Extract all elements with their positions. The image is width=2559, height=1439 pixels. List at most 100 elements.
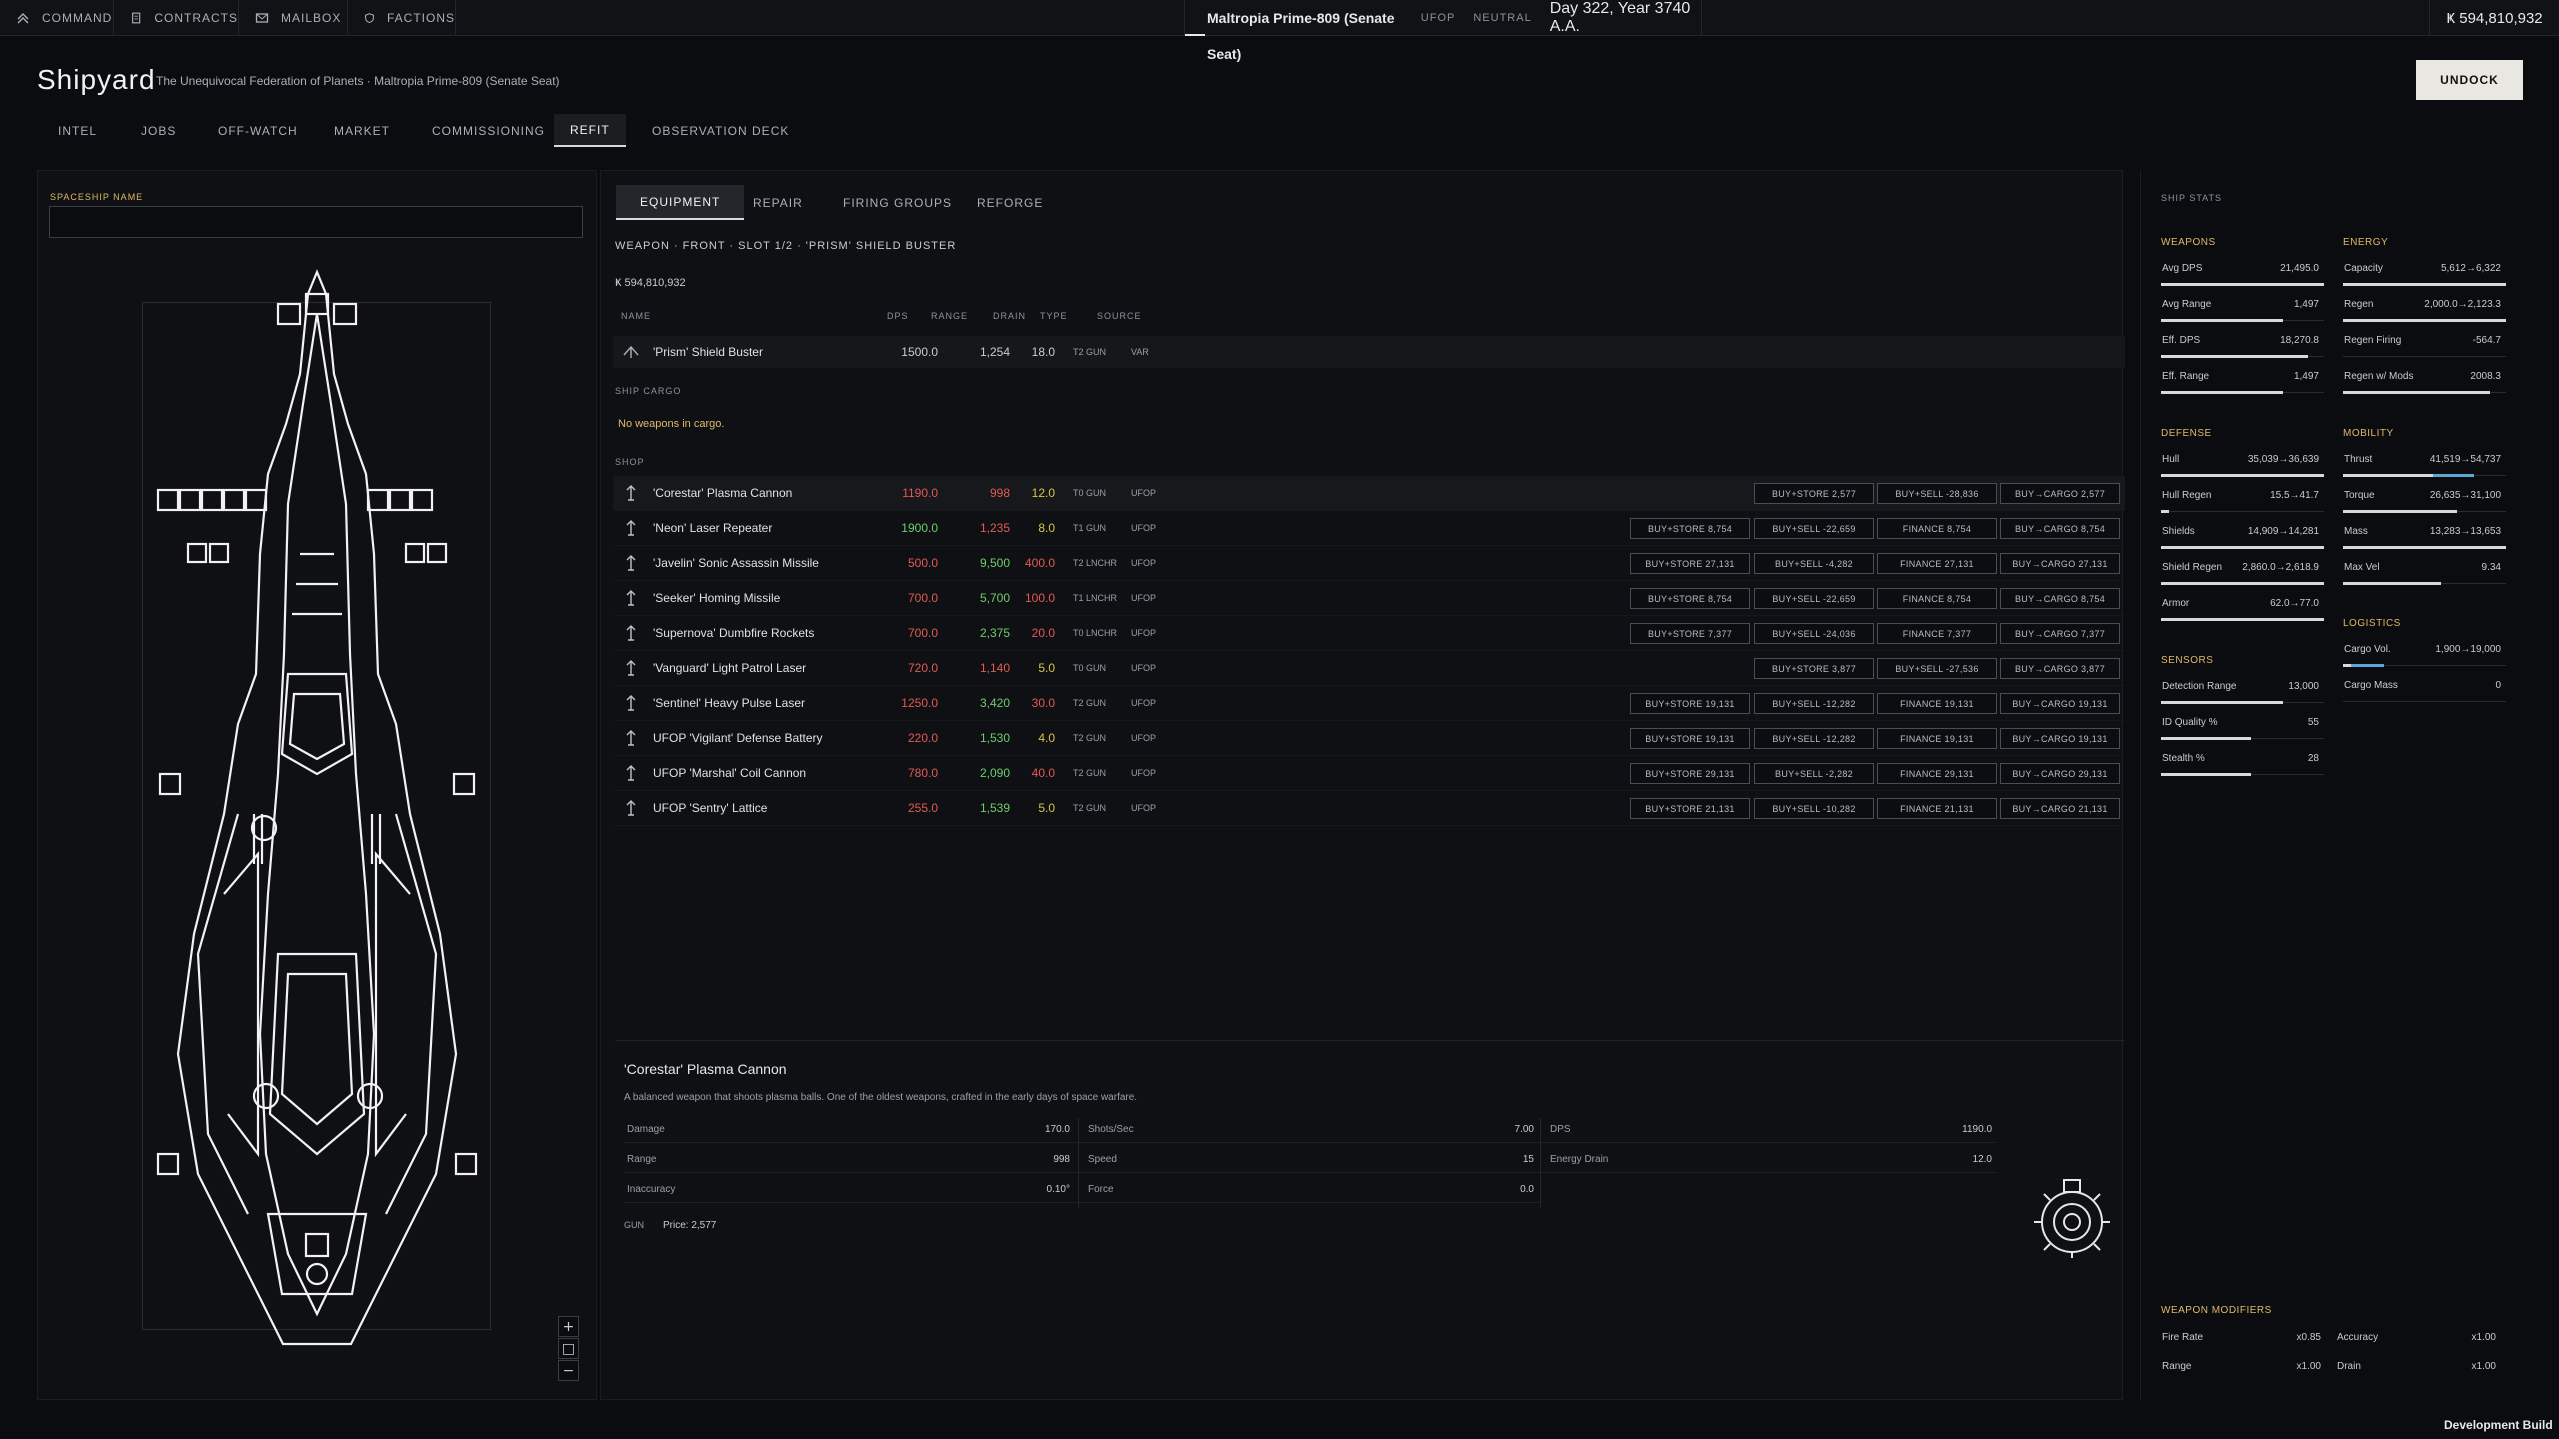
shop-item-dps: 720.0	[907, 661, 938, 675]
tab-refit[interactable]: REFIT	[554, 114, 626, 147]
stat-bar	[2161, 355, 2308, 358]
buy-cargo-button[interactable]: BUY→CARGO 27,131	[2000, 553, 2120, 574]
subtab-equipment[interactable]: EQUIPMENT	[616, 185, 745, 220]
buy-cargo-button[interactable]: BUY→CARGO 3,877	[2000, 658, 2120, 679]
stat-row: Torque 26,635→31,100	[2343, 480, 2506, 513]
buy-store-button[interactable]: BUY+STORE 27,131	[1630, 553, 1750, 574]
stat-row: Shields 14,909→14,281	[2161, 516, 2324, 549]
detail-column-divider	[1078, 1118, 1079, 1208]
tab-observation-deck[interactable]: OBSERVATION DECK	[652, 114, 789, 147]
buy-sell-button[interactable]: BUY+SELL -22,659	[1754, 518, 1874, 539]
buy-sell-button[interactable]: BUY+SELL -12,282	[1754, 728, 1874, 749]
ship-schematic-icon	[156, 269, 478, 1346]
stat-bar	[2343, 546, 2506, 549]
buy-store-button[interactable]: BUY+STORE 3,877	[1754, 658, 1874, 679]
buy-store-button[interactable]: BUY+STORE 8,754	[1630, 518, 1750, 539]
buy-cargo-button[interactable]: BUY→CARGO 19,131	[2000, 693, 2120, 714]
buy-sell-button[interactable]: BUY+SELL -2,282	[1754, 763, 1874, 784]
buy-store-button[interactable]: BUY+STORE 7,377	[1630, 623, 1750, 644]
zoom-out-button[interactable]: −	[558, 1360, 579, 1381]
buy-sell-button[interactable]: BUY+SELL -24,036	[1754, 623, 1874, 644]
finance-button[interactable]: FINANCE 21,131	[1877, 798, 1997, 819]
buy-sell-button[interactable]: BUY+SELL -4,282	[1754, 553, 1874, 574]
buy-cargo-button[interactable]: BUY→CARGO 2,577	[2000, 483, 2120, 504]
shop-item-source: UFOP	[1131, 663, 1157, 673]
shop-item-source: UFOP	[1131, 523, 1157, 533]
cargo-label: SHIP CARGO	[615, 386, 682, 396]
ship-name-input[interactable]	[49, 206, 583, 238]
subtab-firing-groups[interactable]: FIRING GROUPS	[843, 185, 952, 220]
stat-label: Mass	[2344, 526, 2368, 537]
buy-store-button[interactable]: BUY+STORE 19,131	[1630, 728, 1750, 749]
detail-value: 0.0	[1520, 1184, 1534, 1195]
finance-button[interactable]: FINANCE 19,131	[1877, 728, 1997, 749]
nav-command[interactable]: COMMAND	[0, 0, 114, 36]
tab-market[interactable]: MARKET	[334, 114, 390, 147]
zoom-in-button[interactable]: +	[558, 1316, 579, 1337]
stat-value: 62.0→77.0	[2270, 598, 2319, 609]
shop-row[interactable]: 'Seeker' Homing Missile 700.0 5,700 100.0 T1…	[613, 581, 2125, 616]
buy-sell-button[interactable]: BUY+SELL -12,282	[1754, 693, 1874, 714]
shop-item-type: T2 GUN	[1073, 803, 1107, 813]
buy-cargo-button[interactable]: BUY→CARGO 8,754	[2000, 518, 2120, 539]
buy-sell-button[interactable]: BUY+SELL -10,282	[1754, 798, 1874, 819]
buy-cargo-button[interactable]: BUY→CARGO 7,377	[2000, 623, 2120, 644]
shop-row[interactable]: 'Corestar' Plasma Cannon 1190.0 998 12.0 T0 …	[613, 476, 2125, 511]
buy-store-button[interactable]: BUY+STORE 8,754	[1630, 588, 1750, 609]
finance-button[interactable]: FINANCE 8,754	[1877, 588, 1997, 609]
shop-row[interactable]: 'Supernova' Dumbfire Rockets 700.0 2,375 20…	[613, 616, 2125, 651]
document-icon	[132, 12, 141, 24]
shop-item-source: UFOP	[1131, 803, 1157, 813]
buy-store-button[interactable]: BUY+STORE 2,577	[1754, 483, 1874, 504]
buy-sell-button[interactable]: BUY+SELL -27,536	[1877, 658, 1997, 679]
shop-row[interactable]: UFOP 'Sentry' Lattice 255.0 1,539 5.0 T2 GUN…	[613, 791, 2125, 826]
shop-row[interactable]: 'Neon' Laser Repeater 1900.0 1,235 8.0 T1 GU…	[613, 511, 2125, 546]
buy-cargo-button[interactable]: BUY→CARGO 29,131	[2000, 763, 2120, 784]
finance-button[interactable]: FINANCE 27,131	[1877, 553, 1997, 574]
shop-item-dps: 1250.0	[901, 696, 938, 710]
tab-jobs[interactable]: JOBS	[141, 114, 176, 147]
buy-cargo-button[interactable]: BUY→CARGO 21,131	[2000, 798, 2120, 819]
stat-value: 1,900→19,000	[2435, 644, 2501, 655]
buy-cargo-button[interactable]: BUY→CARGO 19,131	[2000, 728, 2120, 749]
shop-item-type: T0 GUN	[1073, 488, 1107, 498]
shop-row[interactable]: 'Sentinel' Heavy Pulse Laser 1250.0 3,420 3…	[613, 686, 2125, 721]
zoom-reset-button[interactable]: □	[558, 1338, 579, 1359]
buy-store-button[interactable]: BUY+STORE 19,131	[1630, 693, 1750, 714]
buy-store-button[interactable]: BUY+STORE 29,131	[1630, 763, 1750, 784]
shop-item-source: UFOP	[1131, 628, 1157, 638]
weapons-heading: WEAPONS	[2161, 237, 2216, 248]
station-name[interactable]: Maltropia Prime-809 (Senate Seat)	[1185, 0, 1403, 62]
shop-row[interactable]: UFOP 'Marshal' Coil Cannon 780.0 2,090 40.0…	[613, 756, 2125, 791]
subtab-reforge[interactable]: REFORGE	[977, 185, 1043, 220]
finance-button[interactable]: FINANCE 8,754	[1877, 518, 1997, 539]
tab-off-watch[interactable]: OFF-WATCH	[218, 114, 298, 147]
nav-factions[interactable]: FACTIONS	[348, 0, 456, 36]
shop-item-drain: 12.0	[1031, 486, 1055, 500]
stat-row: Stealth % 28	[2161, 743, 2324, 776]
buy-store-button[interactable]: BUY+STORE 21,131	[1630, 798, 1750, 819]
stat-row: Cargo Vol. 1,900→19,000	[2343, 634, 2506, 667]
nav-contracts[interactable]: CONTRACTS	[114, 0, 239, 36]
nav-mailbox[interactable]: MAILBOX	[239, 0, 348, 36]
buy-sell-button[interactable]: BUY+SELL -22,659	[1754, 588, 1874, 609]
equipped-weapon-row[interactable]: 'Prism' Shield Buster 1500.0 1,254 18.0 …	[613, 336, 2125, 368]
subtab-repair[interactable]: REPAIR	[753, 185, 803, 220]
undock-button[interactable]: UNDOCK	[2416, 60, 2523, 100]
shop-row[interactable]: 'Javelin' Sonic Assassin Missile 500.0 9,5…	[613, 546, 2125, 581]
buy-sell-button[interactable]: BUY+SELL -28,836	[1877, 483, 1997, 504]
tab-commissioning[interactable]: COMMISSIONING	[432, 114, 545, 147]
location-bar: Maltropia Prime-809 (Senate Seat) UFOP N…	[1184, 0, 1702, 62]
shop-item-dps: 1900.0	[901, 521, 938, 535]
buy-cargo-button[interactable]: BUY→CARGO 8,754	[2000, 588, 2120, 609]
stat-label: Cargo Mass	[2344, 680, 2398, 691]
shop-row[interactable]: 'Vanguard' Light Patrol Laser 720.0 1,140 5…	[613, 651, 2125, 686]
weapon-icon	[626, 800, 636, 816]
stats-divider	[2140, 170, 2141, 1400]
shop-row[interactable]: UFOP 'Vigilant' Defense Battery 220.0 1,53…	[613, 721, 2125, 756]
stat-value: 55	[2307, 717, 2319, 728]
finance-button[interactable]: FINANCE 19,131	[1877, 693, 1997, 714]
finance-button[interactable]: FINANCE 29,131	[1877, 763, 1997, 784]
finance-button[interactable]: FINANCE 7,377	[1877, 623, 1997, 644]
tab-intel[interactable]: INTEL	[58, 114, 97, 147]
